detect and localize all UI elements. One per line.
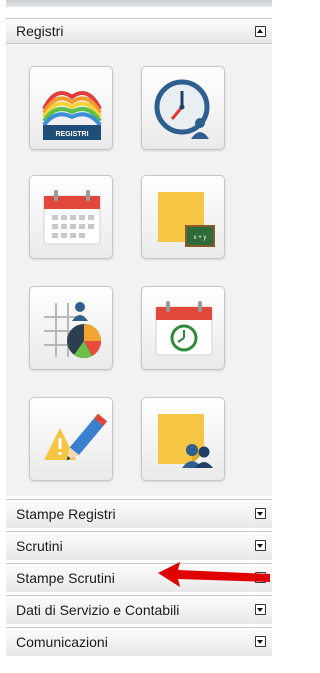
section-stampe-registri[interactable]: Stampe Registri bbox=[6, 499, 272, 528]
tile-calendario[interactable] bbox=[29, 175, 113, 259]
calendar-grid-icon bbox=[43, 190, 101, 245]
tile-note-lavagna[interactable]: x + y bbox=[141, 175, 225, 259]
sticky-note-chalkboard-icon: x + y bbox=[158, 192, 215, 247]
expand-down-icon[interactable] bbox=[255, 508, 266, 519]
red-arrow-left-icon bbox=[158, 562, 270, 587]
tile-annotazioni[interactable] bbox=[29, 397, 113, 481]
section-scrutini[interactable]: Scrutini bbox=[6, 531, 272, 560]
tile-registri[interactable]: REGISTRI bbox=[29, 66, 113, 150]
expand-down-icon[interactable] bbox=[255, 636, 266, 647]
sticky-note-users-icon bbox=[158, 414, 213, 468]
section-header-registri[interactable]: Registri bbox=[6, 18, 272, 44]
section-title: Registri bbox=[16, 23, 64, 39]
grid-pie-chart-user-icon bbox=[44, 302, 101, 359]
expand-down-icon[interactable] bbox=[255, 540, 266, 551]
section-label: Stampe Scrutini bbox=[16, 570, 115, 586]
section-label: Comunicazioni bbox=[16, 634, 108, 650]
section-label: Scrutini bbox=[16, 538, 63, 554]
chalkboard-text: x + y bbox=[194, 235, 207, 241]
expand-down-icon[interactable] bbox=[255, 604, 266, 615]
registri-tiles-panel: REGISTRI x + y bbox=[6, 44, 272, 496]
tile-calendario-orario[interactable] bbox=[141, 286, 225, 370]
tile-note-colloqui[interactable] bbox=[141, 397, 225, 481]
top-strip bbox=[6, 0, 272, 7]
calendar-clock-icon bbox=[155, 301, 213, 356]
tile-statistiche[interactable] bbox=[29, 286, 113, 370]
collapse-up-icon[interactable] bbox=[255, 26, 266, 37]
section-dati-servizio-contabili[interactable]: Dati di Servizio e Contabili bbox=[6, 595, 272, 624]
section-label: Dati di Servizio e Contabili bbox=[16, 602, 180, 618]
section-label: Stampe Registri bbox=[16, 506, 116, 522]
tile-orario[interactable] bbox=[141, 66, 225, 150]
registri-caption: REGISTRI bbox=[55, 131, 88, 138]
warning-pencil-icon bbox=[44, 413, 108, 461]
clock-user-icon bbox=[154, 79, 210, 139]
section-comunicazioni[interactable]: Comunicazioni bbox=[6, 627, 272, 656]
registri-book-icon: REGISTRI bbox=[42, 91, 102, 140]
